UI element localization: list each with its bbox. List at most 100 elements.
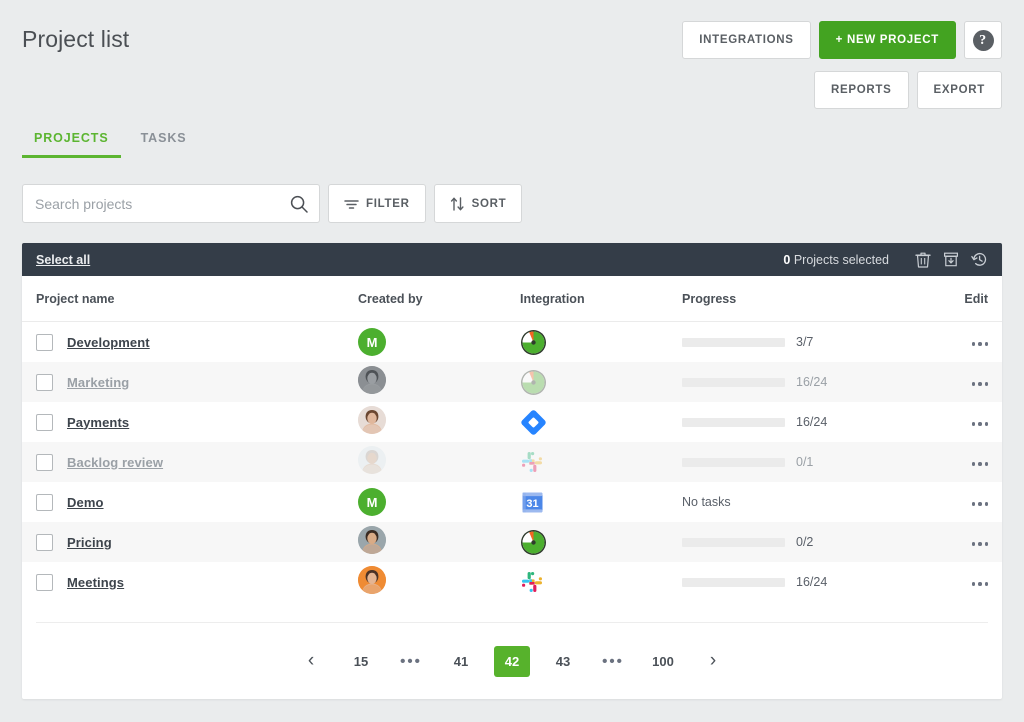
tab-tasks[interactable]: TASKS [129, 125, 199, 158]
cell-integration [520, 329, 682, 356]
pagination-page-current[interactable]: 42 [494, 645, 530, 677]
avatar [358, 565, 386, 594]
clockify-icon[interactable] [520, 329, 682, 356]
avatar [358, 525, 386, 554]
column-header-project-name: Project name [36, 291, 115, 306]
project-name-link[interactable]: Demo [67, 495, 104, 510]
ellipsis-icon[interactable] [962, 416, 988, 432]
table-body: Development M 3/7 Marketing 16/24 Paymen… [22, 322, 1002, 602]
cell-edit [946, 493, 988, 512]
pagination-page-100[interactable]: 100 [646, 646, 680, 676]
tab-projects[interactable]: PROJECTS [22, 125, 121, 158]
table-row[interactable]: Meetings 16/24 [22, 562, 1002, 602]
cell-created-by [358, 405, 520, 439]
project-name-link[interactable]: Backlog review [67, 455, 163, 470]
selected-count: 0 Projects selected [783, 253, 889, 267]
restore-history-icon[interactable] [971, 251, 988, 268]
ellipsis-icon[interactable] [962, 536, 988, 552]
project-name-link[interactable]: Development [67, 335, 150, 350]
row-checkbox[interactable] [36, 413, 53, 431]
row-checkbox[interactable] [36, 333, 53, 351]
cell-progress: 0/2 [682, 535, 946, 549]
cell-created-by [358, 525, 520, 559]
list-toolbar: FILTER SORT [22, 184, 523, 223]
cell-integration [520, 570, 682, 594]
export-button[interactable]: EXPORT [916, 71, 1002, 109]
cell-integration: 31 [520, 490, 682, 515]
svg-text:31: 31 [526, 498, 538, 510]
ellipsis-icon[interactable] [962, 456, 988, 472]
pagination-page-41[interactable]: 41 [444, 646, 478, 676]
search-box[interactable] [22, 184, 320, 223]
ellipsis-icon[interactable] [962, 496, 988, 512]
cell-project-name: Payments [36, 413, 358, 431]
progress-bar-track [682, 337, 785, 347]
row-checkbox[interactable] [36, 573, 53, 591]
column-header-edit: Edit [964, 291, 988, 306]
search-icon[interactable] [290, 195, 308, 213]
table-row[interactable]: Marketing 16/24 [22, 362, 1002, 402]
table-row[interactable]: Pricing 0/2 [22, 522, 1002, 562]
pagination-page-15[interactable]: 15 [344, 646, 378, 676]
project-name-link[interactable]: Payments [67, 415, 129, 430]
progress-value: 16/24 [796, 375, 828, 389]
integrations-button[interactable]: INTEGRATIONS [682, 21, 811, 59]
table-row[interactable]: Backlog review 0/1 [22, 442, 1002, 482]
cell-created-by [358, 365, 520, 399]
filter-button[interactable]: FILTER [328, 184, 426, 223]
jira-icon[interactable] [520, 409, 682, 436]
slack-icon[interactable] [520, 570, 682, 594]
archive-icon[interactable] [943, 251, 959, 268]
row-checkbox[interactable] [36, 453, 53, 471]
cell-progress: 0/1 [682, 455, 946, 469]
pagination-prev[interactable]: ‹ [294, 646, 328, 676]
ellipsis-icon[interactable] [962, 336, 988, 352]
progress-value: 16/24 [796, 575, 828, 589]
cell-project-name: Development [36, 333, 358, 351]
header-actions-secondary: REPORTS EXPORT [814, 71, 1002, 109]
pagination-next[interactable]: › [696, 646, 730, 676]
project-name-link[interactable]: Meetings [67, 575, 124, 590]
google-calendar-icon[interactable]: 31 [520, 490, 682, 515]
cell-created-by: M [358, 328, 520, 356]
select-all-link[interactable]: Select all [36, 253, 90, 267]
pagination-ellipsis-left: ••• [400, 652, 422, 670]
slack-icon-faded[interactable] [520, 450, 682, 474]
cell-integration [520, 369, 682, 396]
project-name-link[interactable]: Pricing [67, 535, 112, 550]
cell-created-by [358, 565, 520, 599]
ellipsis-icon[interactable] [962, 376, 988, 392]
avatar [358, 365, 386, 394]
row-checkbox[interactable] [36, 493, 53, 511]
cell-edit [946, 413, 988, 432]
reports-button[interactable]: REPORTS [814, 71, 909, 109]
ellipsis-icon[interactable] [962, 576, 988, 592]
project-name-link[interactable]: Marketing [67, 375, 129, 390]
progress-bar-track [682, 417, 785, 427]
project-list-page: Project list INTEGRATIONS + NEW PROJECT … [0, 0, 1024, 722]
progress-bar-track [682, 457, 785, 467]
clockify-icon[interactable] [520, 529, 682, 556]
table-row[interactable]: Demo M 31 No tasks [22, 482, 1002, 522]
cell-project-name: Demo [36, 493, 358, 511]
cell-project-name: Meetings [36, 573, 358, 591]
cell-edit [946, 333, 988, 352]
help-button[interactable]: ? [964, 21, 1002, 59]
clockify-icon-faded[interactable] [520, 369, 682, 396]
new-project-button[interactable]: + NEW PROJECT [818, 21, 956, 59]
pagination-page-43[interactable]: 43 [546, 646, 580, 676]
table-row[interactable]: Development M 3/7 [22, 322, 1002, 362]
table-row[interactable]: Payments 16/24 [22, 402, 1002, 442]
avatar: M [358, 488, 386, 516]
row-checkbox[interactable] [36, 373, 53, 391]
sort-button[interactable]: SORT [433, 184, 523, 223]
projects-card: Select all 0 Projects selected Project n… [22, 243, 1002, 699]
column-header-integration: Integration [520, 291, 585, 306]
progress-bar-track [682, 377, 785, 387]
row-checkbox[interactable] [36, 533, 53, 551]
question-mark-icon: ? [972, 29, 994, 51]
trash-icon[interactable] [915, 251, 931, 268]
search-input[interactable] [23, 185, 319, 222]
selected-count-label: Projects selected [793, 252, 889, 267]
cell-progress: No tasks [682, 495, 946, 509]
